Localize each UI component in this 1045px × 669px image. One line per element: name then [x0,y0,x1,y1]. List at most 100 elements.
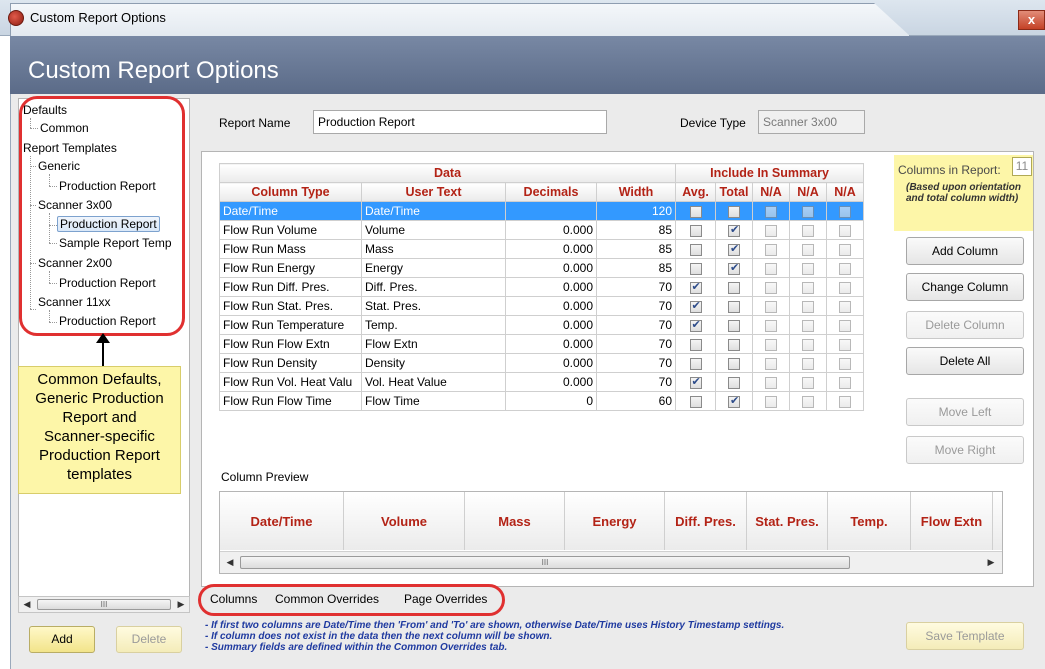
cell-total-checkbox[interactable] [728,223,740,237]
cell-column-type[interactable]: Flow Run Volume [219,220,362,240]
cell-na-checkbox[interactable] [765,338,777,351]
col-header-decimals[interactable]: Decimals [505,182,597,202]
cell-na-checkbox[interactable] [839,357,851,370]
cell-total-checkbox[interactable] [728,242,740,256]
table-row[interactable]: Flow Run Vol. Heat Valu Vol. Heat Value 0.… [219,372,864,392]
cell-avg-checkbox[interactable] [689,338,702,351]
cell-na-checkbox[interactable] [839,395,851,408]
cell-avg-checkbox[interactable] [689,375,702,389]
scroll-left-arrow-icon[interactable]: ◀ [223,556,237,569]
cell-avg-checkbox[interactable] [689,280,702,294]
cell-decimals[interactable]: 0.000 [505,277,597,297]
col-header-na-3[interactable]: N/A [826,182,864,202]
cell-total-checkbox[interactable] [728,338,740,351]
cell-column-type[interactable]: Flow Run Vol. Heat Valu [219,372,362,392]
cell-decimals[interactable]: 0.000 [505,258,597,278]
cell-avg-checkbox[interactable] [689,205,702,218]
change-column-button[interactable]: Change Column [906,273,1024,301]
cell-decimals[interactable]: 0.000 [505,372,597,392]
cell-na-checkbox[interactable] [839,262,851,275]
cell-user-text[interactable]: Temp. [361,315,506,335]
col-header-na-2[interactable]: N/A [789,182,827,202]
tree-horizontal-scrollbar[interactable]: ◀ III ▶ [18,596,190,613]
cell-user-text[interactable]: Vol. Heat Value [361,372,506,392]
cell-na-checkbox[interactable] [802,357,814,370]
cell-column-type[interactable]: Flow Run Stat. Pres. [219,296,362,316]
cell-total-checkbox[interactable] [728,376,740,389]
cell-column-type[interactable]: Flow Run Flow Time [219,391,362,411]
cell-na-checkbox[interactable] [765,376,777,389]
cell-decimals[interactable]: 0.000 [505,334,597,354]
cell-na-checkbox[interactable] [765,319,777,332]
cell-column-type[interactable]: Date/Time [219,201,362,221]
add-button[interactable]: Add [29,626,95,653]
cell-avg-checkbox[interactable] [689,243,702,256]
cell-total-checkbox[interactable] [728,205,740,218]
cell-decimals[interactable]: 0.000 [505,220,597,240]
cell-user-text[interactable]: Flow Extn [361,334,506,354]
cell-na-checkbox[interactable] [765,281,777,294]
cell-width[interactable]: 60 [596,391,676,411]
columns-grid[interactable]: Data Include In Summary Column Type User… [219,163,864,411]
cell-user-text[interactable]: Volume [361,220,506,240]
cell-width[interactable]: 70 [596,315,676,335]
table-row[interactable]: Flow Run Energy Energy 0.000 85 [219,258,864,278]
cell-width[interactable]: 85 [596,258,676,278]
cell-user-text[interactable]: Energy [361,258,506,278]
cell-na-checkbox[interactable] [839,338,851,351]
cell-decimals[interactable]: 0.000 [505,353,597,373]
preview-horizontal-scrollbar[interactable]: ◀ III ▶ [220,551,1002,573]
cell-na-checkbox[interactable] [839,243,851,256]
cell-user-text[interactable]: Date/Time [361,201,506,221]
delete-column-button[interactable]: Delete Column [906,311,1024,339]
cell-width[interactable]: 85 [596,220,676,240]
cell-na-checkbox[interactable] [839,205,851,218]
scroll-left-arrow-icon[interactable]: ◀ [20,598,34,611]
cell-na-checkbox[interactable] [765,205,777,218]
cell-user-text[interactable]: Flow Time [361,391,506,411]
cell-na-checkbox[interactable] [765,224,777,237]
scroll-right-arrow-icon[interactable]: ▶ [174,598,188,611]
cell-na-checkbox[interactable] [765,243,777,256]
cell-width[interactable]: 70 [596,372,676,392]
cell-column-type[interactable]: Flow Run Diff. Pres. [219,277,362,297]
cell-na-checkbox[interactable] [839,224,851,237]
cell-na-checkbox[interactable] [765,300,777,313]
cell-decimals[interactable]: 0.000 [505,296,597,316]
cell-total-checkbox[interactable] [728,394,740,408]
col-header-width[interactable]: Width [596,182,676,202]
close-button[interactable]: x [1018,10,1045,30]
table-row[interactable]: Flow Run Density Density 0.000 70 [219,353,864,373]
cell-avg-checkbox[interactable] [689,299,702,313]
cell-avg-checkbox[interactable] [689,318,702,332]
cell-na-checkbox[interactable] [802,243,814,256]
cell-width[interactable]: 70 [596,334,676,354]
cell-total-checkbox[interactable] [728,281,740,294]
cell-column-type[interactable]: Flow Run Temperature [219,315,362,335]
cell-na-checkbox[interactable] [765,395,777,408]
cell-avg-checkbox[interactable] [689,395,702,408]
save-template-button[interactable]: Save Template [906,622,1024,650]
delete-button[interactable]: Delete [116,626,182,653]
cell-na-checkbox[interactable] [802,205,814,218]
cell-na-checkbox[interactable] [802,300,814,313]
cell-total-checkbox[interactable] [728,357,740,370]
cell-column-type[interactable]: Flow Run Mass [219,239,362,259]
cell-na-checkbox[interactable] [802,338,814,351]
add-column-button[interactable]: Add Column [906,237,1024,265]
cell-decimals[interactable] [505,201,597,221]
scrollbar-thumb[interactable]: III [37,599,171,610]
table-row[interactable]: Flow Run Volume Volume 0.000 85 [219,220,864,240]
table-row[interactable]: Flow Run Mass Mass 0.000 85 [219,239,864,259]
cell-column-type[interactable]: Flow Run Flow Extn [219,334,362,354]
cell-na-checkbox[interactable] [839,376,851,389]
cell-na-checkbox[interactable] [802,376,814,389]
cell-user-text[interactable]: Stat. Pres. [361,296,506,316]
col-header-user-text[interactable]: User Text [361,182,506,202]
cell-user-text[interactable]: Density [361,353,506,373]
cell-na-checkbox[interactable] [802,319,814,332]
col-header-column-type[interactable]: Column Type [219,182,362,202]
cell-total-checkbox[interactable] [728,261,740,275]
table-row[interactable]: Date/Time Date/Time 120 [219,201,864,221]
cell-na-checkbox[interactable] [802,224,814,237]
